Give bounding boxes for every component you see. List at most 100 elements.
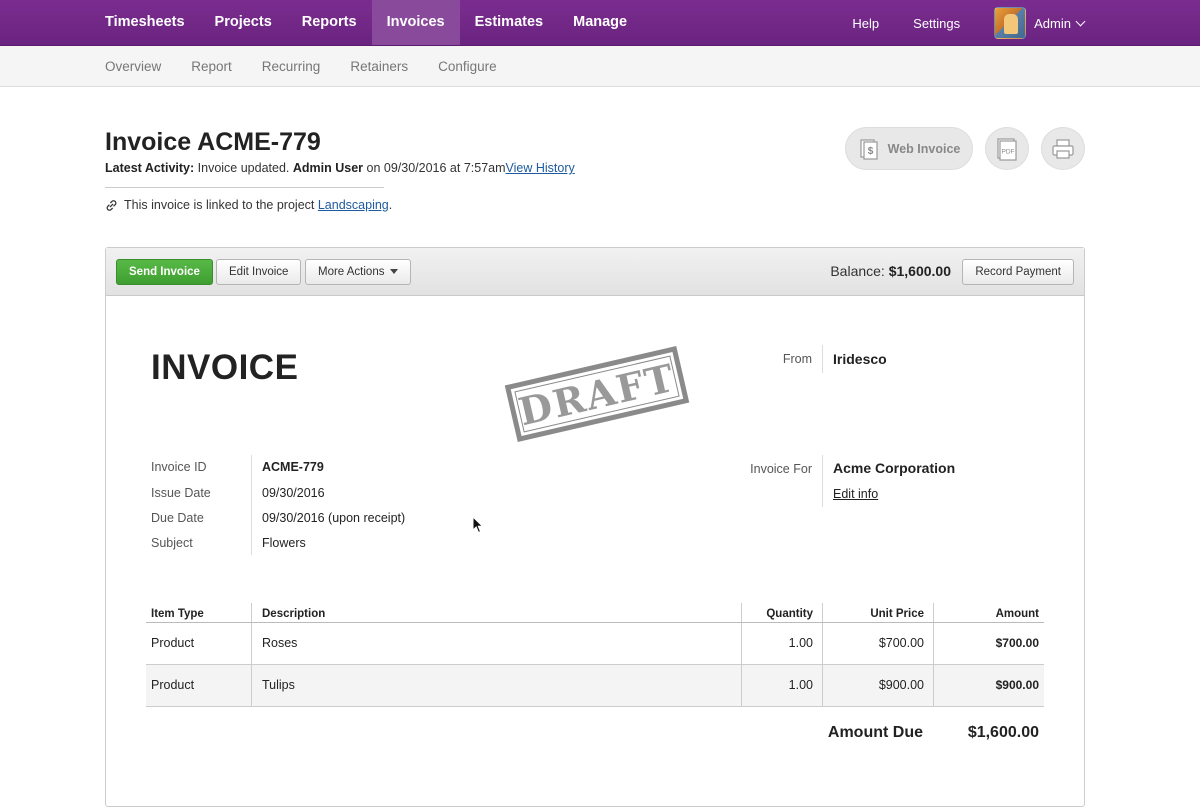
subnav-overview[interactable]: Overview (105, 46, 161, 87)
item-quantity: 1.00 (788, 636, 813, 650)
due-date-label: Due Date (151, 511, 204, 525)
amount-due-value: $1,600.00 (967, 724, 1039, 741)
nav-invoices[interactable]: Invoices (371, 0, 460, 45)
subnav-configure[interactable]: Configure (438, 46, 497, 87)
nav-projects[interactable]: Projects (200, 0, 287, 45)
user-name: Admin (1034, 15, 1071, 31)
nav-timesheets[interactable]: Timesheets (90, 0, 200, 45)
col-sep (251, 623, 252, 664)
draft-stamp-text: DRAFT (514, 354, 680, 434)
item-amount: $900.00 (995, 678, 1039, 692)
invoice-for-label: Invoice For (750, 462, 812, 476)
caret-down-icon (390, 269, 399, 275)
invoice-for-value: Acme Corporation (833, 460, 956, 476)
project-link[interactable]: Landscaping (318, 198, 389, 212)
svg-text:$: $ (867, 146, 873, 157)
item-description: Tulips (262, 678, 295, 692)
more-actions-button[interactable]: More Actions (305, 259, 412, 285)
invoice-heading: INVOICE (151, 348, 299, 387)
item-type: Product (151, 678, 195, 692)
web-invoice-label: Web Invoice (887, 141, 961, 156)
page-title: Invoice ACME-779 (105, 128, 321, 156)
balance: Balance: $1,600.00 (830, 263, 951, 279)
balance-label: Balance: (830, 263, 885, 279)
col-sep (822, 603, 823, 622)
latest-activity: Latest Activity: Invoice updated. Admin … (105, 161, 575, 175)
activity-label: Latest Activity: (105, 161, 195, 175)
linked-prefix: This invoice is linked to the project (124, 198, 315, 212)
activity-when: on 09/30/2016 at 7:57am (366, 161, 506, 175)
col-description: Description (262, 608, 326, 620)
edit-invoice-button[interactable]: Edit Invoice (216, 259, 302, 285)
col-sep (933, 665, 934, 706)
item-unit-price: $900.00 (878, 678, 924, 692)
item-quantity: 1.00 (788, 678, 813, 692)
subnav-report[interactable]: Report (191, 46, 232, 87)
web-invoice-button[interactable]: $ Web Invoice (845, 127, 973, 170)
user-area: Help Settings Admin (852, 0, 1200, 46)
col-unit-price: Unit Price (870, 608, 924, 620)
col-sep (741, 665, 742, 706)
invoice-id-label: Invoice ID (151, 460, 207, 474)
more-actions-label: More Actions (318, 266, 385, 278)
subject-label: Subject (151, 536, 193, 550)
pdf-label: PDF (1002, 148, 1015, 155)
col-sep (933, 623, 934, 664)
table-row: Product Tulips 1.00 $900.00 $900.00 (146, 665, 1044, 707)
subnav-recurring[interactable]: Recurring (262, 46, 321, 87)
header-divider (105, 187, 384, 188)
sub-nav-bar: Overview Report Recurring Retainers Conf… (0, 46, 1200, 87)
col-amount: Amount (995, 608, 1039, 620)
from-label: From (782, 352, 812, 366)
col-quantity: Quantity (766, 608, 813, 620)
issue-date-value: 09/30/2016 (262, 486, 325, 500)
record-payment-button[interactable]: Record Payment (962, 259, 1074, 285)
subject-value: Flowers (262, 536, 306, 550)
invoice-for-divider (822, 455, 823, 507)
send-invoice-button[interactable]: Send Invoice (116, 259, 213, 285)
invoice-card: Send Invoice Edit Invoice More Actions B… (105, 247, 1085, 807)
col-sep (822, 665, 823, 706)
item-description: Roses (262, 636, 298, 650)
issue-date-label: Issue Date (151, 486, 211, 500)
link-icon (106, 199, 117, 211)
nav-reports[interactable]: Reports (287, 0, 372, 45)
from-divider (822, 345, 823, 373)
linked-project-note: This invoice is linked to the project La… (105, 198, 392, 212)
item-type: Product (151, 636, 195, 650)
activity-text: Invoice updated. (197, 161, 290, 175)
due-date-value: 09/30/2016 (upon receipt) (262, 511, 406, 525)
nav-manage[interactable]: Manage (558, 0, 642, 45)
printer-icon (1052, 138, 1074, 159)
col-sep (741, 623, 742, 664)
col-sep (251, 603, 252, 622)
nav-estimates[interactable]: Estimates (460, 0, 559, 45)
activity-user: Admin User (292, 161, 364, 175)
col-sep (741, 603, 742, 622)
details-divider (251, 455, 252, 555)
top-nav-bar: Timesheets Projects Reports Invoices Est… (0, 0, 1200, 46)
print-button[interactable] (1041, 127, 1085, 170)
item-unit-price: $700.00 (878, 636, 924, 650)
edit-info-link[interactable]: Edit info (833, 487, 878, 501)
subnav-retainers[interactable]: Retainers (350, 46, 408, 87)
pdf-button[interactable]: PDF (985, 127, 1029, 170)
view-history-link[interactable]: View History (506, 161, 575, 175)
web-invoice-icon: $ (860, 138, 878, 160)
settings-link[interactable]: Settings (913, 16, 960, 31)
pdf-icon: PDF (997, 137, 1017, 161)
chevron-down-icon (1075, 16, 1086, 26)
from-value: Iridesco (833, 351, 887, 367)
invoice-id-value: ACME-779 (262, 460, 324, 474)
avatar[interactable] (994, 7, 1027, 39)
header-actions: $ Web Invoice PDF (845, 127, 1085, 170)
help-link[interactable]: Help (852, 16, 879, 31)
col-item-type: Item Type (151, 608, 204, 620)
user-menu[interactable]: Admin (1034, 15, 1086, 31)
item-amount: $700.00 (995, 636, 1039, 650)
mouse-cursor-icon (472, 516, 484, 534)
amount-due-label: Amount Due (827, 724, 923, 741)
col-sep (933, 603, 934, 622)
balance-value: $1,600.00 (888, 263, 951, 279)
col-sep (251, 665, 252, 706)
